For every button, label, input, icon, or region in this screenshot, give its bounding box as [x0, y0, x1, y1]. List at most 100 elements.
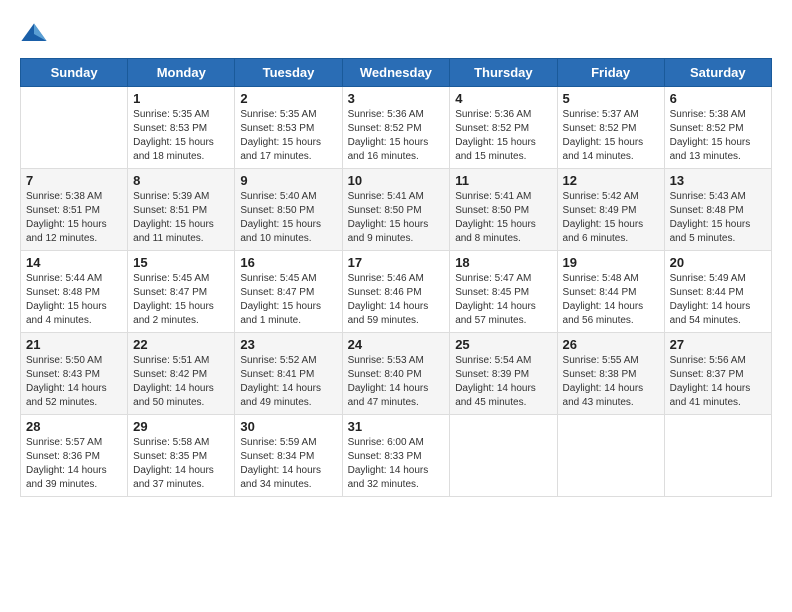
weekday-header: Sunday: [21, 59, 128, 87]
day-number: 15: [133, 255, 229, 270]
day-info: Sunrise: 5:47 AM Sunset: 8:45 PM Dayligh…: [455, 272, 551, 328]
calendar-cell: 9 Sunrise: 5:40 AM Sunset: 8:50 PM Daylig…: [235, 169, 342, 251]
calendar-cell: 20 Sunrise: 5:49 AM Sunset: 8:44 PM Dayli…: [664, 251, 771, 333]
calendar-cell: 31 Sunrise: 6:00 AM Sunset: 8:33 PM Dayli…: [342, 415, 450, 497]
calendar-week-row: 28 Sunrise: 5:57 AM Sunset: 8:36 PM Dayli…: [21, 415, 772, 497]
day-number: 16: [240, 255, 336, 270]
day-info: Sunrise: 5:35 AM Sunset: 8:53 PM Dayligh…: [133, 108, 229, 164]
calendar-week-row: 21 Sunrise: 5:50 AM Sunset: 8:43 PM Dayli…: [21, 333, 772, 415]
day-info: Sunrise: 5:45 AM Sunset: 8:47 PM Dayligh…: [240, 272, 336, 328]
calendar-cell: 10Sunrise: 5:41 AM Sunset: 8:50 PM Dayli…: [342, 169, 450, 251]
day-info: Sunrise: 5:52 AM Sunset: 8:41 PM Dayligh…: [240, 354, 336, 410]
day-number: 9: [240, 173, 336, 188]
day-number: 10: [348, 173, 445, 188]
day-info: Sunrise: 5:57 AM Sunset: 8:36 PM Dayligh…: [26, 436, 122, 492]
day-number: 5: [563, 91, 659, 106]
day-info: Sunrise: 5:38 AM Sunset: 8:52 PM Dayligh…: [670, 108, 766, 164]
weekday-header: Tuesday: [235, 59, 342, 87]
day-number: 2: [240, 91, 336, 106]
calendar-cell: 7 Sunrise: 5:38 AM Sunset: 8:51 PM Daylig…: [21, 169, 128, 251]
weekday-header: Wednesday: [342, 59, 450, 87]
day-info: Sunrise: 5:43 AM Sunset: 8:48 PM Dayligh…: [670, 190, 766, 246]
calendar-cell: 14 Sunrise: 5:44 AM Sunset: 8:48 PM Dayli…: [21, 251, 128, 333]
calendar-cell: 29 Sunrise: 5:58 AM Sunset: 8:35 PM Dayli…: [128, 415, 235, 497]
day-number: 25: [455, 337, 551, 352]
day-number: 4: [455, 91, 551, 106]
calendar-table: SundayMondayTuesdayWednesdayThursdayFrid…: [20, 58, 772, 497]
calendar-cell: 8Sunrise: 5:39 AM Sunset: 8:51 PM Daylig…: [128, 169, 235, 251]
calendar-header: SundayMondayTuesdayWednesdayThursdayFrid…: [21, 59, 772, 87]
calendar-cell: 21 Sunrise: 5:50 AM Sunset: 8:43 PM Dayli…: [21, 333, 128, 415]
day-info: Sunrise: 5:38 AM Sunset: 8:51 PM Dayligh…: [26, 190, 122, 246]
calendar-cell: [450, 415, 557, 497]
day-number: 19: [563, 255, 659, 270]
weekday-header: Saturday: [664, 59, 771, 87]
day-number: 1: [133, 91, 229, 106]
day-info: Sunrise: 5:53 AM Sunset: 8:40 PM Dayligh…: [348, 354, 445, 410]
day-number: 14: [26, 255, 122, 270]
day-info: Sunrise: 5:48 AM Sunset: 8:44 PM Dayligh…: [563, 272, 659, 328]
calendar-week-row: 14 Sunrise: 5:44 AM Sunset: 8:48 PM Dayli…: [21, 251, 772, 333]
day-info: Sunrise: 6:00 AM Sunset: 8:33 PM Dayligh…: [348, 436, 445, 492]
day-number: 17: [348, 255, 445, 270]
day-number: 26: [563, 337, 659, 352]
day-info: Sunrise: 5:50 AM Sunset: 8:43 PM Dayligh…: [26, 354, 122, 410]
calendar-cell: 1 Sunrise: 5:35 AM Sunset: 8:53 PM Daylig…: [128, 87, 235, 169]
day-info: Sunrise: 5:56 AM Sunset: 8:37 PM Dayligh…: [670, 354, 766, 410]
calendar-cell: 19 Sunrise: 5:48 AM Sunset: 8:44 PM Dayli…: [557, 251, 664, 333]
calendar-cell: 12 Sunrise: 5:42 AM Sunset: 8:49 PM Dayli…: [557, 169, 664, 251]
logo-icon: [20, 20, 48, 48]
day-info: Sunrise: 5:39 AM Sunset: 8:51 PM Dayligh…: [133, 190, 229, 246]
weekday-header: Thursday: [450, 59, 557, 87]
calendar-cell: 6Sunrise: 5:38 AM Sunset: 8:52 PM Daylig…: [664, 87, 771, 169]
calendar-cell: [664, 415, 771, 497]
calendar-cell: [21, 87, 128, 169]
calendar-cell: 22 Sunrise: 5:51 AM Sunset: 8:42 PM Dayli…: [128, 333, 235, 415]
day-info: Sunrise: 5:49 AM Sunset: 8:44 PM Dayligh…: [670, 272, 766, 328]
calendar-week-row: 7 Sunrise: 5:38 AM Sunset: 8:51 PM Daylig…: [21, 169, 772, 251]
calendar-cell: 25Sunrise: 5:54 AM Sunset: 8:39 PM Dayli…: [450, 333, 557, 415]
day-number: 13: [670, 173, 766, 188]
day-number: 27: [670, 337, 766, 352]
day-number: 22: [133, 337, 229, 352]
calendar-cell: 16 Sunrise: 5:45 AM Sunset: 8:47 PM Dayli…: [235, 251, 342, 333]
day-number: 31: [348, 419, 445, 434]
day-number: 3: [348, 91, 445, 106]
calendar-cell: [557, 415, 664, 497]
day-info: Sunrise: 5:41 AM Sunset: 8:50 PM Dayligh…: [455, 190, 551, 246]
day-number: 11: [455, 173, 551, 188]
day-number: 29: [133, 419, 229, 434]
day-info: Sunrise: 5:40 AM Sunset: 8:50 PM Dayligh…: [240, 190, 336, 246]
page-header: [20, 20, 772, 48]
calendar-cell: 3Sunrise: 5:36 AM Sunset: 8:52 PM Daylig…: [342, 87, 450, 169]
calendar-cell: 4Sunrise: 5:36 AM Sunset: 8:52 PM Daylig…: [450, 87, 557, 169]
day-number: 12: [563, 173, 659, 188]
calendar-cell: 17 Sunrise: 5:46 AM Sunset: 8:46 PM Dayli…: [342, 251, 450, 333]
calendar-cell: 26 Sunrise: 5:55 AM Sunset: 8:38 PM Dayli…: [557, 333, 664, 415]
day-info: Sunrise: 5:44 AM Sunset: 8:48 PM Dayligh…: [26, 272, 122, 328]
calendar-cell: 11 Sunrise: 5:41 AM Sunset: 8:50 PM Dayli…: [450, 169, 557, 251]
day-info: Sunrise: 5:55 AM Sunset: 8:38 PM Dayligh…: [563, 354, 659, 410]
day-info: Sunrise: 5:58 AM Sunset: 8:35 PM Dayligh…: [133, 436, 229, 492]
calendar-week-row: 1 Sunrise: 5:35 AM Sunset: 8:53 PM Daylig…: [21, 87, 772, 169]
calendar-cell: 28 Sunrise: 5:57 AM Sunset: 8:36 PM Dayli…: [21, 415, 128, 497]
calendar-cell: 15 Sunrise: 5:45 AM Sunset: 8:47 PM Dayli…: [128, 251, 235, 333]
calendar-body: 1 Sunrise: 5:35 AM Sunset: 8:53 PM Daylig…: [21, 87, 772, 497]
calendar-cell: 24Sunrise: 5:53 AM Sunset: 8:40 PM Dayli…: [342, 333, 450, 415]
weekday-header: Friday: [557, 59, 664, 87]
day-number: 7: [26, 173, 122, 188]
day-info: Sunrise: 5:45 AM Sunset: 8:47 PM Dayligh…: [133, 272, 229, 328]
day-info: Sunrise: 5:46 AM Sunset: 8:46 PM Dayligh…: [348, 272, 445, 328]
day-number: 21: [26, 337, 122, 352]
calendar-cell: 27 Sunrise: 5:56 AM Sunset: 8:37 PM Dayli…: [664, 333, 771, 415]
weekday-header: Monday: [128, 59, 235, 87]
day-number: 20: [670, 255, 766, 270]
day-info: Sunrise: 5:42 AM Sunset: 8:49 PM Dayligh…: [563, 190, 659, 246]
calendar-cell: 30Sunrise: 5:59 AM Sunset: 8:34 PM Dayli…: [235, 415, 342, 497]
day-info: Sunrise: 5:59 AM Sunset: 8:34 PM Dayligh…: [240, 436, 336, 492]
day-info: Sunrise: 5:51 AM Sunset: 8:42 PM Dayligh…: [133, 354, 229, 410]
day-number: 18: [455, 255, 551, 270]
day-number: 28: [26, 419, 122, 434]
day-number: 23: [240, 337, 336, 352]
calendar-cell: 5Sunrise: 5:37 AM Sunset: 8:52 PM Daylig…: [557, 87, 664, 169]
